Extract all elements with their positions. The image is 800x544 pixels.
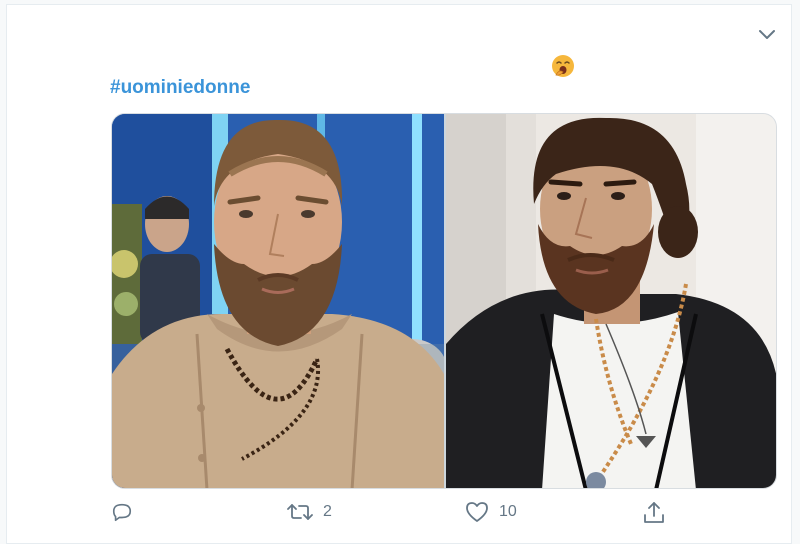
media-image-right[interactable] bbox=[446, 114, 776, 488]
share-icon bbox=[644, 502, 664, 523]
retweet-icon bbox=[287, 504, 313, 520]
retweet-button[interactable]: 2 bbox=[287, 501, 332, 523]
yawning-face-icon bbox=[550, 53, 576, 79]
reply-icon bbox=[112, 503, 132, 522]
tweet-actions: 2 10 bbox=[111, 501, 777, 531]
reply-button[interactable] bbox=[111, 501, 143, 523]
like-count: 10 bbox=[499, 503, 517, 520]
chevron-down-icon[interactable] bbox=[755, 23, 779, 47]
retweet-count: 2 bbox=[323, 503, 332, 520]
tweet-card: #uominiedonne 2 10 bbox=[6, 4, 792, 544]
media-image-left[interactable] bbox=[112, 114, 444, 488]
like-button[interactable]: 10 bbox=[465, 501, 517, 523]
share-button[interactable] bbox=[643, 501, 665, 525]
hashtag-link[interactable]: #uominiedonne bbox=[110, 77, 250, 99]
heart-icon bbox=[466, 502, 488, 522]
media-grid bbox=[111, 113, 777, 489]
